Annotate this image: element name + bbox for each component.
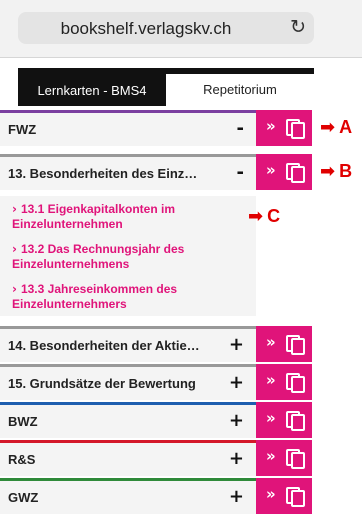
open-cards-button[interactable]: » — [256, 478, 312, 514]
cards-icon-front — [291, 122, 305, 139]
red-arrow-icon: ➡ — [248, 206, 264, 227]
tab-repetitorium[interactable]: Repetitorium — [166, 74, 314, 106]
open-cards-button[interactable]: » — [256, 364, 312, 400]
subitem-13-3[interactable]: › 13.3 Jahreseinkommen des Einzelunterneh… — [12, 282, 246, 312]
double-chevron-icon: » — [266, 333, 276, 351]
tab-lernkarten[interactable]: Lernkarten - BMS4 — [18, 76, 166, 106]
double-chevron-icon: » — [266, 409, 276, 427]
reload-icon[interactable]: ↻ — [290, 16, 306, 38]
open-cards-button[interactable]: » — [256, 110, 312, 146]
cards-icon-front — [291, 376, 305, 393]
double-chevron-icon: » — [266, 447, 276, 465]
section-header-gwz[interactable]: GWZ + — [0, 478, 256, 514]
open-cards-button[interactable]: » — [256, 402, 312, 438]
expand-icon[interactable]: + — [229, 448, 244, 469]
annotation-marker-c: ➡ C — [248, 206, 281, 227]
double-chevron-icon: » — [266, 485, 276, 503]
open-cards-button[interactable]: » — [256, 154, 312, 190]
double-chevron-icon: » — [266, 371, 276, 389]
section-row-bwz: BWZ + » — [0, 402, 362, 438]
caret-right-icon: › — [12, 202, 17, 216]
browser-address-bar: bookshelf.verlagskv.ch ↻ — [0, 0, 362, 58]
section-header-15[interactable]: 15. Grundsätze der Bewertung + — [0, 364, 256, 400]
section-row-fwz: FWZ - » ➡ A — [0, 110, 362, 146]
section-row-13: 13. Besonderheiten des Einz… - » ➡ B — [0, 154, 362, 190]
section-header-13[interactable]: 13. Besonderheiten des Einz… - — [0, 154, 256, 190]
double-chevron-icon: » — [266, 117, 276, 135]
expand-icon[interactable]: + — [229, 334, 244, 355]
cards-icon-front — [291, 452, 305, 469]
subitem-13-1[interactable]: › 13.1 Eigenkapitalkonten im Einzeluntern… — [12, 202, 246, 232]
collapse-icon[interactable]: - — [237, 162, 244, 183]
cards-icon-front — [291, 414, 305, 431]
section-title[interactable]: 13. Besonderheiten des Einz… — [8, 166, 197, 181]
annotation-marker-a: ➡ A — [320, 117, 353, 138]
section-title[interactable]: 15. Grundsätze der Bewertung — [8, 376, 196, 391]
section-row-gwz: GWZ + » — [0, 478, 362, 514]
double-chevron-icon: » — [266, 161, 276, 179]
section-header-rs[interactable]: R&S + — [0, 440, 256, 476]
collapse-icon[interactable]: - — [237, 118, 244, 139]
red-arrow-icon: ➡ — [320, 117, 336, 138]
section-row-15: 15. Grundsätze der Bewertung + » — [0, 364, 362, 400]
open-cards-button[interactable]: » — [256, 440, 312, 476]
cards-icon-front — [291, 338, 305, 355]
section-title[interactable]: 14. Besonderheiten der Aktie… — [8, 338, 200, 353]
expand-icon[interactable]: + — [229, 486, 244, 507]
section-row-14: 14. Besonderheiten der Aktie… + » — [0, 326, 362, 362]
url-field[interactable]: bookshelf.verlagskv.ch ↻ — [18, 12, 314, 44]
red-arrow-icon: ➡ — [320, 161, 336, 182]
cards-icon-front — [291, 490, 305, 507]
cards-icon-front — [291, 166, 305, 183]
section-header-bwz[interactable]: BWZ + — [0, 402, 256, 438]
annotation-marker-b: ➡ B — [320, 161, 353, 182]
section-header-14[interactable]: 14. Besonderheiten der Aktie… + — [0, 326, 256, 362]
section-header-fwz[interactable]: FWZ - — [0, 110, 256, 146]
caret-right-icon: › — [12, 282, 17, 296]
section-title[interactable]: R&S — [8, 452, 35, 467]
section-title[interactable]: GWZ — [8, 490, 38, 505]
section-13-subitems: › 13.1 Eigenkapitalkonten im Einzeluntern… — [0, 196, 256, 316]
subitem-13-2[interactable]: › 13.2 Das Rechnungsjahr des Einzeluntern… — [12, 242, 246, 272]
section-row-rs: R&S + » — [0, 440, 362, 476]
tab-bar: Lernkarten - BMS4 Repetitorium — [18, 68, 314, 106]
expand-icon[interactable]: + — [229, 372, 244, 393]
expand-icon[interactable]: + — [229, 410, 244, 431]
open-cards-button[interactable]: » — [256, 326, 312, 362]
section-title[interactable]: FWZ — [8, 122, 36, 137]
caret-right-icon: › — [12, 242, 17, 256]
url-text: bookshelf.verlagskv.ch — [60, 19, 232, 38]
section-title[interactable]: BWZ — [8, 414, 38, 429]
